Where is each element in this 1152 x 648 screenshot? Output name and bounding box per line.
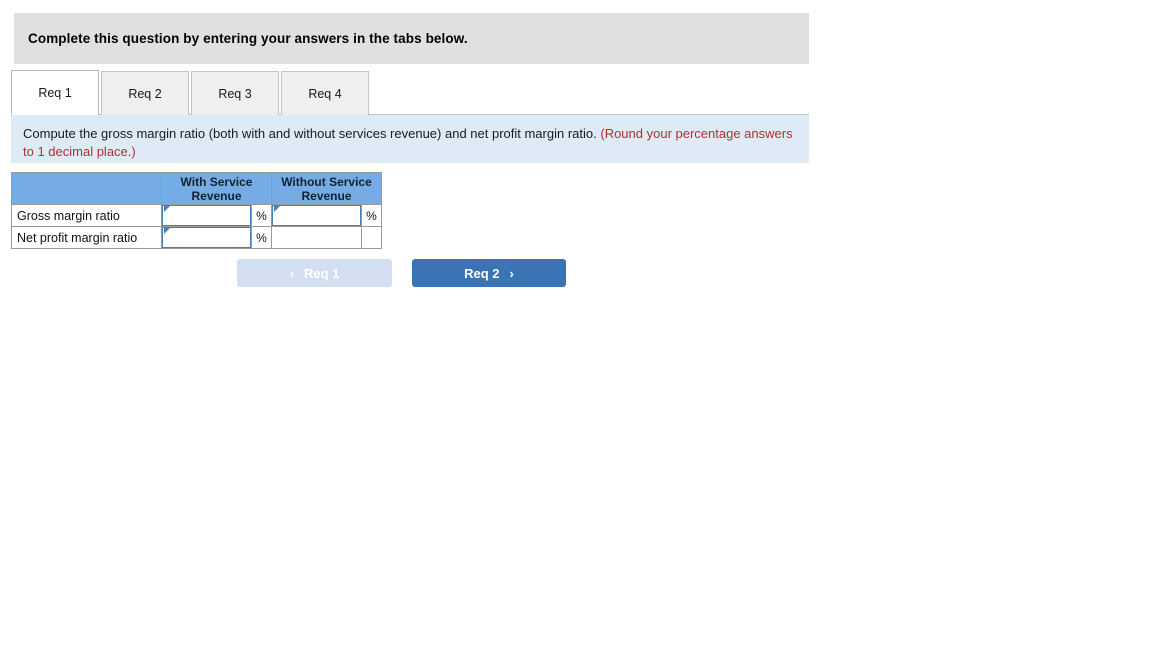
next-req-button-label: Req 2: [464, 265, 500, 281]
prev-req-button-label: Req 1: [303, 265, 340, 281]
tab-req-1-label: Req 1: [38, 86, 72, 100]
percent-symbol-gross-margin-without-service: %: [361, 204, 382, 227]
next-req-button[interactable]: Req 2 ›: [412, 259, 566, 287]
instruction-banner-text: Complete this question by entering your …: [28, 31, 468, 46]
row-label-gross-margin-ratio: Gross margin ratio: [11, 204, 162, 227]
tab-req-4[interactable]: Req 4: [281, 71, 369, 115]
cell-net-profit-margin-with-service: [161, 226, 252, 249]
table-header-without-service: Without Service Revenue: [271, 172, 382, 205]
table-header-corner: [11, 172, 162, 205]
navigation-buttons: ‹ Req 1 Req 2 ›: [237, 259, 566, 287]
tab-req-3-label: Req 3: [218, 86, 252, 101]
chevron-left-icon: ‹: [289, 265, 294, 281]
input-gross-margin-without-service[interactable]: [273, 206, 360, 225]
input-net-profit-margin-with-service[interactable]: [163, 228, 250, 247]
tab-req-3[interactable]: Req 3: [191, 71, 279, 115]
tab-req-4-label: Req 4: [308, 86, 342, 101]
cell-net-profit-margin-without-service-percent-empty: [361, 226, 382, 249]
question-instruction-panel: Compute the gross margin ratio (both wit…: [11, 115, 809, 163]
answer-box-gross-margin-with-service[interactable]: [162, 205, 251, 226]
table-header-with-service: With Service Revenue: [161, 172, 272, 205]
prev-req-button[interactable]: ‹ Req 1: [237, 259, 392, 287]
tabs-row: Req 1 Req 2 Req 3 Req 4: [11, 70, 371, 115]
tab-req-2[interactable]: Req 2: [101, 71, 189, 115]
percent-symbol-net-profit-margin-with-service: %: [251, 226, 272, 249]
cell-gross-margin-with-service: [161, 204, 252, 227]
ratio-answer-table: With Service Revenue Without Service Rev…: [11, 172, 382, 249]
table-row: Net profit margin ratio %: [11, 226, 382, 249]
input-gross-margin-with-service[interactable]: [163, 206, 250, 225]
table-header-row: With Service Revenue Without Service Rev…: [11, 172, 382, 205]
chevron-right-icon: ›: [509, 265, 514, 281]
tab-req-2-label: Req 2: [128, 86, 162, 101]
instruction-banner: Complete this question by entering your …: [14, 13, 809, 64]
cell-gross-margin-without-service: [271, 204, 362, 227]
percent-symbol-gross-margin-with-service: %: [251, 204, 272, 227]
table-row: Gross margin ratio % %: [11, 204, 382, 227]
answer-box-net-profit-margin-with-service[interactable]: [162, 227, 251, 248]
question-main-text: Compute the gross margin ratio (both wit…: [23, 126, 597, 141]
tab-req-1[interactable]: Req 1: [11, 70, 99, 115]
row-label-net-profit-margin-ratio: Net profit margin ratio: [11, 226, 162, 249]
tab-strip: Req 1 Req 2 Req 3 Req 4: [11, 70, 809, 115]
answer-box-gross-margin-without-service[interactable]: [272, 205, 361, 226]
cell-net-profit-margin-without-service-empty: [271, 226, 362, 249]
